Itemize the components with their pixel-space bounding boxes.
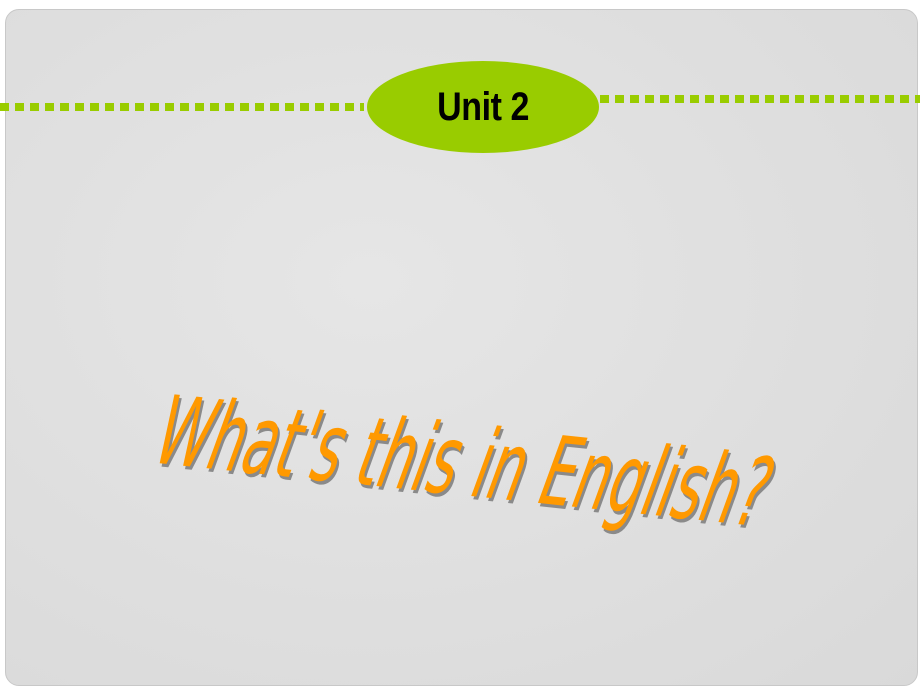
slide-title: What's this in English? [140,376,788,548]
title-wordart: What's this in English? What's this in E… [140,376,790,551]
